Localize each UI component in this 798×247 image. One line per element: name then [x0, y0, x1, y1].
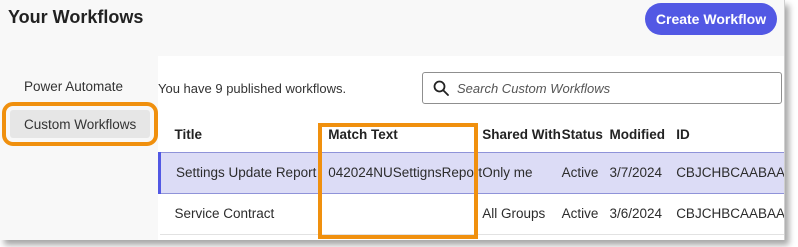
cell-id: CBJCHBCAABAA	[676, 151, 784, 194]
workflows-table: Title Match Text Shared With Status Modi…	[158, 118, 785, 235]
cell-shared-with: All Groups	[482, 193, 562, 235]
search-field[interactable]	[422, 72, 782, 104]
workflow-count-text: You have 9 published workflows.	[158, 81, 347, 96]
column-header-shared-with[interactable]: Shared With	[482, 118, 561, 152]
table-header-row: Title Match Text Shared With Status Modi…	[160, 118, 785, 152]
cell-modified: 3/7/2024	[609, 151, 677, 194]
column-header-id[interactable]: ID	[676, 118, 784, 152]
cell-status: Active	[561, 151, 610, 194]
search-icon	[433, 80, 449, 96]
cell-match-text: 042024NUSettignsReport	[323, 151, 483, 194]
cell-title: Service Contract	[159, 193, 324, 235]
cell-modified: 3/6/2024	[609, 193, 677, 235]
main-panel: You have 9 published workflows. Title Ma…	[158, 56, 785, 240]
column-header-title[interactable]: Title	[160, 118, 324, 152]
table-row[interactable]: Service Contract All Groups Active 3/6/2…	[159, 193, 784, 235]
sidebar: Power Automate Custom Workflows	[0, 56, 158, 240]
column-header-modified[interactable]: Modified	[609, 118, 676, 152]
cell-match-text	[323, 193, 483, 235]
sidebar-item-custom-workflows[interactable]: Custom Workflows	[2, 102, 158, 146]
workflows-window: Your Workflows Create Workflow Power Aut…	[0, 0, 785, 240]
column-header-status[interactable]: Status	[562, 118, 610, 152]
cell-status: Active	[561, 193, 610, 235]
sidebar-item-power-automate[interactable]: Power Automate	[10, 72, 150, 100]
cell-shared-with: Only me	[482, 151, 562, 194]
create-workflow-button[interactable]: Create Workflow	[645, 3, 777, 35]
search-input[interactable]	[457, 80, 757, 96]
page-title: Your Workflows	[8, 7, 144, 27]
column-header-match-text[interactable]: Match Text	[323, 118, 482, 152]
table-row[interactable]: Settings Update Report 042024NUSettignsR…	[158, 151, 784, 194]
cell-title: Settings Update Report	[158, 151, 324, 194]
cell-id: CBJCHBCAABAA	[676, 193, 784, 235]
